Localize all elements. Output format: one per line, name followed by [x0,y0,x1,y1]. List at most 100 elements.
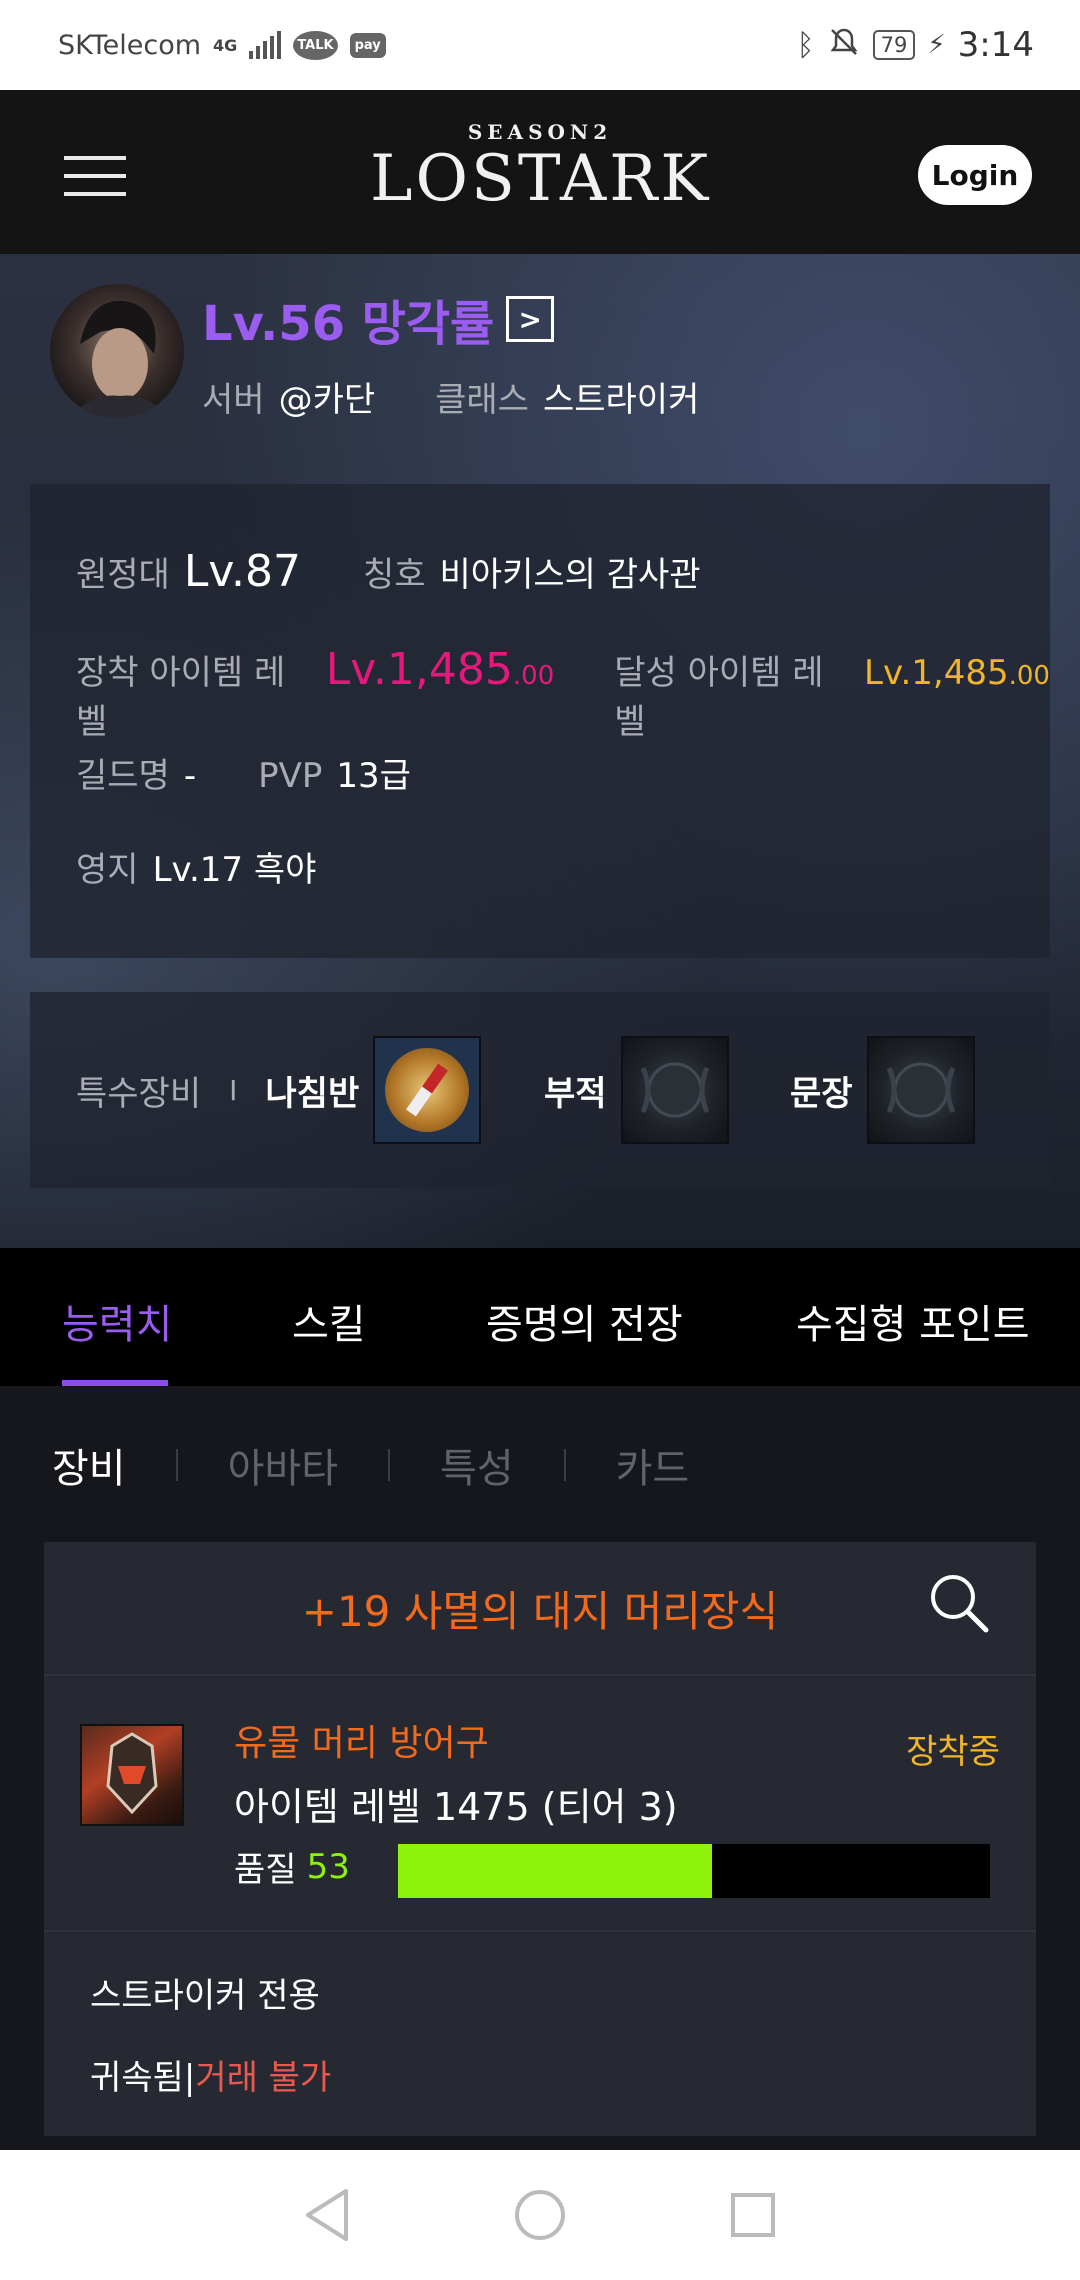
emblem-label: 문장 [790,1073,853,1114]
system-nav-bar [0,2150,1080,2280]
avatar [50,284,184,418]
back-triangle-icon[interactable] [297,2185,357,2245]
app-header: SEASON2 LOSTARK Login [0,90,1080,254]
guild-value: - [183,756,197,796]
tab-collectibles[interactable]: 수집형 포인트 [796,1292,1030,1350]
carrier-name: SKTelecom [58,29,202,61]
bound-status: 귀속됨 [90,2058,184,2098]
tab-skills[interactable]: 스킬 [292,1292,366,1350]
lostark-logo[interactable]: SEASON2 LOSTARK [370,120,710,214]
item-level-row: 장착 아이템 레벨 Lv.1,485 .00 달성 아이템 레벨 Lv.1,48… [76,644,1050,743]
expedition-label: 원정대 [76,555,170,595]
trade-status: 귀속됨|거래 불가 [90,2050,331,2099]
estate-value: Lv.17 흑야 [152,850,317,890]
profile-section: Lv.56 망각률 > 서버 @카단 클래스 스트라이커 원정대 Lv.87 칭… [0,254,1080,1248]
search-icon[interactable] [926,1570,992,1636]
equip-level-decimal: .00 [512,661,555,691]
network-type: 4G [213,35,238,55]
item-grade: 유물 머리 방어구 [234,1723,489,1764]
character-info-panel: 원정대 Lv.87 칭호 비아키스의 감사관 장착 아이템 레벨 Lv.1,48… [30,484,1050,958]
logo-season: SEASON2 [467,120,613,144]
bluetooth-icon: ᛒ [796,27,815,63]
trade-separator: | [183,2058,196,2098]
achieved-level-label: 달성 아이템 레벨 [614,653,824,742]
charging-icon: ⚡ [927,30,946,60]
tab-stats[interactable]: 능력치 [62,1292,172,1350]
special-equipment-compass: 특수장비 I 나침반 [76,1036,482,1144]
estate-row: 영지 Lv.17 흑야 [76,842,316,891]
special-equipment-emblem: 문장 [790,1036,975,1144]
empty-slot-icon [640,1062,709,1118]
class-value: 스트라이커 [542,380,700,420]
expedition-row: 원정대 Lv.87 칭호 비아키스의 감사관 [76,546,701,597]
status-bar: SKTelecom 4G TALK pay ᛒ 79 ⚡ 3:14 [0,0,1080,90]
title-value: 비아키스의 감사관 [439,555,701,595]
guild-pvp-row: 길드명 - PVP 13급 [76,748,411,797]
special-equipment-label: 특수장비 [76,1073,202,1114]
equip-level-label: 장착 아이템 레벨 [76,653,286,742]
special-equipment-separator: I [229,1073,238,1107]
subtab-divider [388,1449,391,1481]
quality-bar-fill [398,1844,712,1898]
subtab-divider [175,1449,178,1481]
item-thumbnail [80,1724,184,1826]
class-restriction: 스트라이커 전용 [90,1976,320,2016]
subtab-equipment[interactable]: 장비 [52,1436,126,1494]
compass-icon [385,1048,470,1132]
class-label: 클래스 [435,380,529,420]
main-tab-bar: 능력치 스킬 증명의 전장 수집형 포인트 [0,1248,1080,1386]
achieved-level-decimal: .00 [1008,661,1050,691]
character-name: Lv.56 망각률 [202,296,495,352]
empty-slot-icon [886,1062,955,1118]
quality-value: 53 [306,1846,350,1887]
guild-label: 길드명 [76,756,170,796]
server-label: 서버 [202,380,265,420]
talk-icon: TALK [293,30,338,60]
login-button[interactable]: Login [918,145,1032,205]
recents-square-icon[interactable] [723,2185,783,2245]
content-area: 장비 아바타 특성 카드 +19 사멸의 대지 머리장식 유물 머리 방어구 장… [0,1386,1080,2150]
amulet-label: 부적 [544,1073,607,1114]
quality-label: 품질 [234,1850,297,1890]
sub-tab-bar: 장비 아바타 특성 카드 [52,1436,689,1494]
special-equipment-panel: 특수장비 I 나침반 부적 문장 [30,992,1050,1188]
pvp-label: PVP [258,756,323,796]
chevron-right-icon[interactable]: > [506,296,555,342]
clock: 3:14 [957,25,1034,65]
pvp-value: 13급 [336,756,411,796]
logo-title: LOSTARK [370,142,712,216]
signal-icon [249,31,282,59]
subtab-engravings[interactable]: 특성 [440,1436,514,1494]
status-bar-right: ᛒ 79 ⚡ 3:14 [797,25,1034,66]
item-level: 아이템 레벨 1475 (티어 3) [234,1785,678,1829]
subtab-avatar[interactable]: 아바타 [228,1436,338,1494]
item-card-body: 유물 머리 방어구 장착중 아이템 레벨 1475 (티어 3) 품질 53 [44,1676,1036,1932]
battery-icon: 79 [872,30,916,60]
subtab-cards[interactable]: 카드 [616,1436,690,1494]
status-bar-left: SKTelecom 4G TALK pay [58,30,386,61]
equipped-badge: 장착중 [906,1732,1000,1772]
mute-icon [827,25,861,66]
item-card-header: +19 사멸의 대지 머리장식 [44,1542,1036,1676]
server-value: @카단 [278,380,376,420]
special-equipment-amulet: 부적 [544,1036,729,1144]
pay-icon: pay [349,32,386,58]
amulet-slot[interactable] [620,1036,729,1144]
server-class-row: 서버 @카단 클래스 스트라이커 [202,372,699,421]
emblem-slot[interactable] [866,1036,975,1144]
trade-restriction: 거래 불가 [195,2058,332,2098]
compass-slot[interactable] [373,1036,482,1144]
subtab-divider [563,1449,566,1481]
hamburger-menu-icon[interactable] [64,156,126,196]
home-circle-icon[interactable] [510,2185,570,2245]
item-title: +19 사멸의 대지 머리장식 [301,1586,779,1636]
item-detail-card: +19 사멸의 대지 머리장식 유물 머리 방어구 장착중 아이템 레벨 147… [44,1542,1036,2136]
quality-row: 품질 53 [234,1842,350,1891]
achieved-level-value: Lv.1,485 [864,653,1009,693]
title-label: 칭호 [362,555,426,595]
character-name-row: Lv.56 망각률 > [202,284,555,354]
compass-label: 나침반 [265,1073,360,1114]
estate-label: 영지 [76,850,139,890]
expedition-value: Lv.87 [183,546,301,597]
tab-proving-grounds[interactable]: 증명의 전장 [486,1292,683,1350]
